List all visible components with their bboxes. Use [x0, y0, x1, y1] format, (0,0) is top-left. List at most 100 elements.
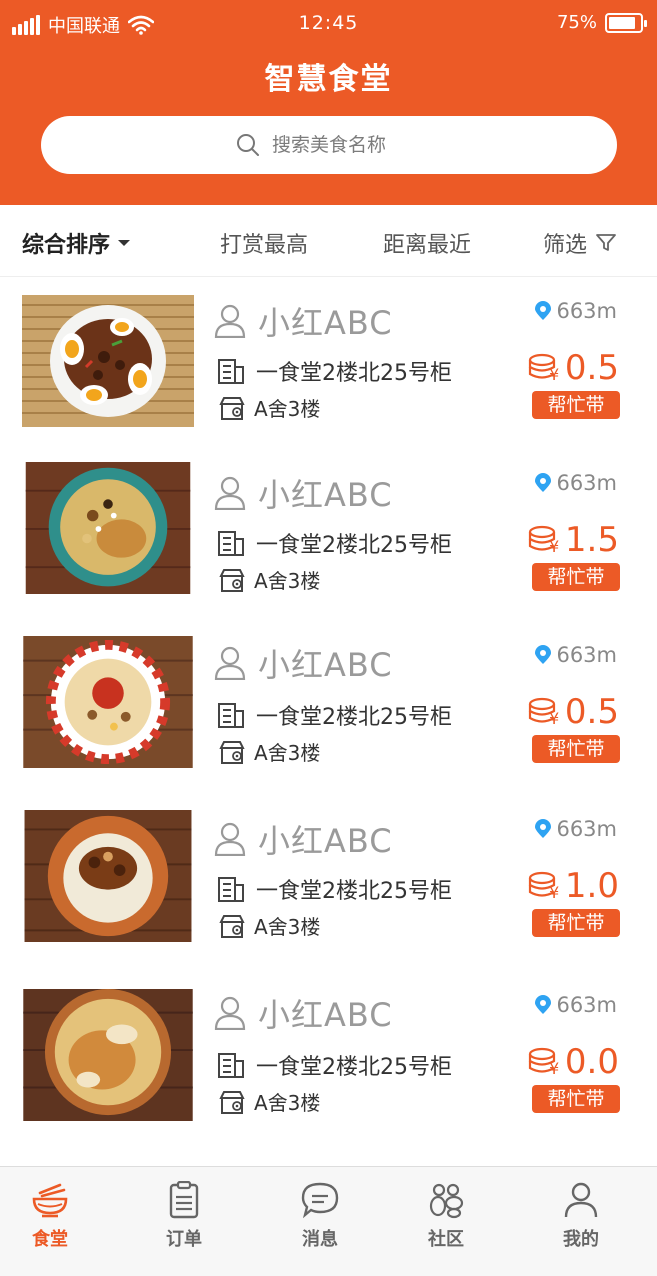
- food-image-meat-rice: [24, 810, 192, 942]
- food-image-chicken-couscous: [23, 989, 193, 1121]
- user-icon: [214, 476, 246, 510]
- dorm-row: A舍3楼: [218, 565, 320, 594]
- tab-mine[interactable]: 我的: [531, 1181, 631, 1251]
- building-icon: [218, 531, 244, 556]
- help-bring-button[interactable]: 帮忙带: [532, 909, 620, 937]
- location-pin-icon: [535, 301, 552, 320]
- user-icon: [214, 996, 246, 1030]
- distance: 663m: [534, 643, 617, 667]
- tip-price: ¥ 0.0: [527, 1042, 619, 1082]
- user-row: 小红ABC: [214, 816, 393, 862]
- user-icon: [564, 1182, 598, 1218]
- shop-location-icon: [219, 396, 245, 420]
- tab-label: 订单: [166, 1229, 202, 1250]
- username: 小红ABC: [258, 304, 393, 342]
- help-bring-button[interactable]: 帮忙带: [532, 391, 620, 419]
- list-item[interactable]: 小红ABC 一食堂2楼北25号柜 A舍3楼 663m ¥ 0.0 帮忙带: [0, 984, 657, 1156]
- price-value: 0.5: [564, 348, 619, 388]
- list-item[interactable]: 小红ABC 一食堂2楼北25号柜 A舍3楼 663m ¥ 1.5 帮忙带: [0, 462, 657, 634]
- tab-messages[interactable]: 消息: [270, 1181, 370, 1251]
- bottom-tab-bar: 食堂 订单 消息 社区 我的: [0, 1166, 657, 1276]
- user-icon: [214, 822, 246, 856]
- svg-text:¥: ¥: [549, 709, 559, 727]
- price-value: 1.0: [564, 866, 619, 906]
- coin-stack-icon: ¥: [528, 871, 559, 901]
- coin-stack-icon: ¥: [528, 525, 559, 555]
- shop-location-icon: [219, 740, 245, 764]
- tab-label: 社区: [428, 1229, 464, 1250]
- sort-bar: 综合排序 打赏最高 距离最近 筛选: [0, 205, 657, 277]
- food-thumbnail: [22, 636, 194, 770]
- coin-stack-icon: ¥: [528, 1047, 559, 1077]
- search-bar[interactable]: [41, 116, 617, 174]
- user-row: 小红ABC: [214, 640, 393, 686]
- coin-stack-icon: ¥: [528, 353, 559, 383]
- dorm-row: A舍3楼: [218, 1087, 320, 1116]
- app-header: 中国联通 12:45 75% 智慧食堂: [0, 0, 657, 205]
- svg-text:¥: ¥: [549, 537, 559, 555]
- battery-icon: [605, 12, 647, 33]
- distance-value: 663m: [556, 817, 617, 841]
- food-thumbnail: [22, 295, 194, 427]
- delivery-dorm: A舍3楼: [254, 397, 321, 421]
- tip-price: ¥ 1.5: [527, 520, 619, 560]
- user-row: 小红ABC: [214, 990, 393, 1036]
- search-input[interactable]: [272, 134, 422, 156]
- help-bring-button[interactable]: 帮忙带: [532, 1085, 620, 1113]
- username: 小红ABC: [258, 646, 393, 684]
- tab-canteen[interactable]: 食堂: [0, 1181, 100, 1251]
- username: 小红ABC: [258, 996, 393, 1034]
- user-row: 小红ABC: [214, 298, 393, 344]
- delivery-dorm: A舍3楼: [254, 915, 321, 939]
- coin-stack-icon: ¥: [528, 697, 559, 727]
- sort-comprehensive[interactable]: 综合排序: [22, 227, 131, 259]
- filter-funnel-icon: [596, 234, 616, 251]
- distance: 663m: [534, 817, 617, 841]
- list-item[interactable]: 小红ABC 一食堂2楼北25号柜 A舍3楼 663m ¥ 1.0 帮忙带: [0, 808, 657, 980]
- svg-text:¥: ¥: [549, 883, 559, 901]
- distance: 663m: [534, 299, 617, 323]
- price-value: 0.5: [564, 692, 619, 732]
- tip-price: ¥ 0.5: [527, 348, 619, 388]
- shop-location-icon: [219, 914, 245, 938]
- building-icon: [218, 703, 244, 728]
- sort-nearest[interactable]: 距离最近: [383, 227, 471, 259]
- username: 小红ABC: [258, 476, 393, 514]
- battery-percent: 75%: [556, 12, 597, 33]
- shop-location-icon: [219, 568, 245, 592]
- svg-text:¥: ¥: [549, 1059, 559, 1077]
- distance-value: 663m: [556, 299, 617, 323]
- price-value: 1.5: [564, 520, 619, 560]
- clipboard-icon: [169, 1181, 199, 1219]
- list-item[interactable]: 小红ABC 一食堂2楼北25号柜 A舍3楼 663m ¥ 0.5 帮忙带: [0, 634, 657, 806]
- sort-top-tip[interactable]: 打赏最高: [220, 227, 308, 259]
- status-bar: 中国联通 12:45 75%: [0, 0, 657, 48]
- building-icon: [218, 359, 244, 384]
- pickup-address: 一食堂2楼北25号柜: [256, 533, 452, 558]
- distance-value: 663m: [556, 643, 617, 667]
- food-image-chicken-rice: [25, 462, 191, 594]
- pickup-address: 一食堂2楼北25号柜: [256, 361, 452, 386]
- page-title: 智慧食堂: [264, 62, 393, 97]
- caret-down-icon: [118, 240, 131, 246]
- distance-value: 663m: [556, 993, 617, 1017]
- address-row: 一食堂2楼北25号柜: [216, 1049, 452, 1081]
- dorm-row: A舍3楼: [218, 393, 320, 422]
- tab-community[interactable]: 社区: [396, 1181, 496, 1251]
- food-thumbnail: [22, 989, 194, 1123]
- distance: 663m: [534, 471, 617, 495]
- building-icon: [218, 877, 244, 902]
- sort-nearest-label: 距离最近: [383, 233, 472, 258]
- filter-button[interactable]: 筛选: [543, 227, 617, 259]
- address-row: 一食堂2楼北25号柜: [216, 699, 452, 731]
- tab-label: 消息: [302, 1229, 338, 1250]
- user-icon: [214, 646, 246, 680]
- pickup-address: 一食堂2楼北25号柜: [256, 705, 452, 730]
- username: 小红ABC: [258, 822, 393, 860]
- svg-text:¥: ¥: [549, 365, 559, 383]
- help-bring-button[interactable]: 帮忙带: [532, 735, 620, 763]
- list-item[interactable]: 小红ABC 一食堂2楼北25号柜 A舍3楼 663m ¥ 0.5 帮忙带: [0, 290, 657, 462]
- help-bring-button[interactable]: 帮忙带: [532, 563, 620, 591]
- tab-orders[interactable]: 订单: [134, 1181, 234, 1251]
- address-row: 一食堂2楼北25号柜: [216, 355, 452, 387]
